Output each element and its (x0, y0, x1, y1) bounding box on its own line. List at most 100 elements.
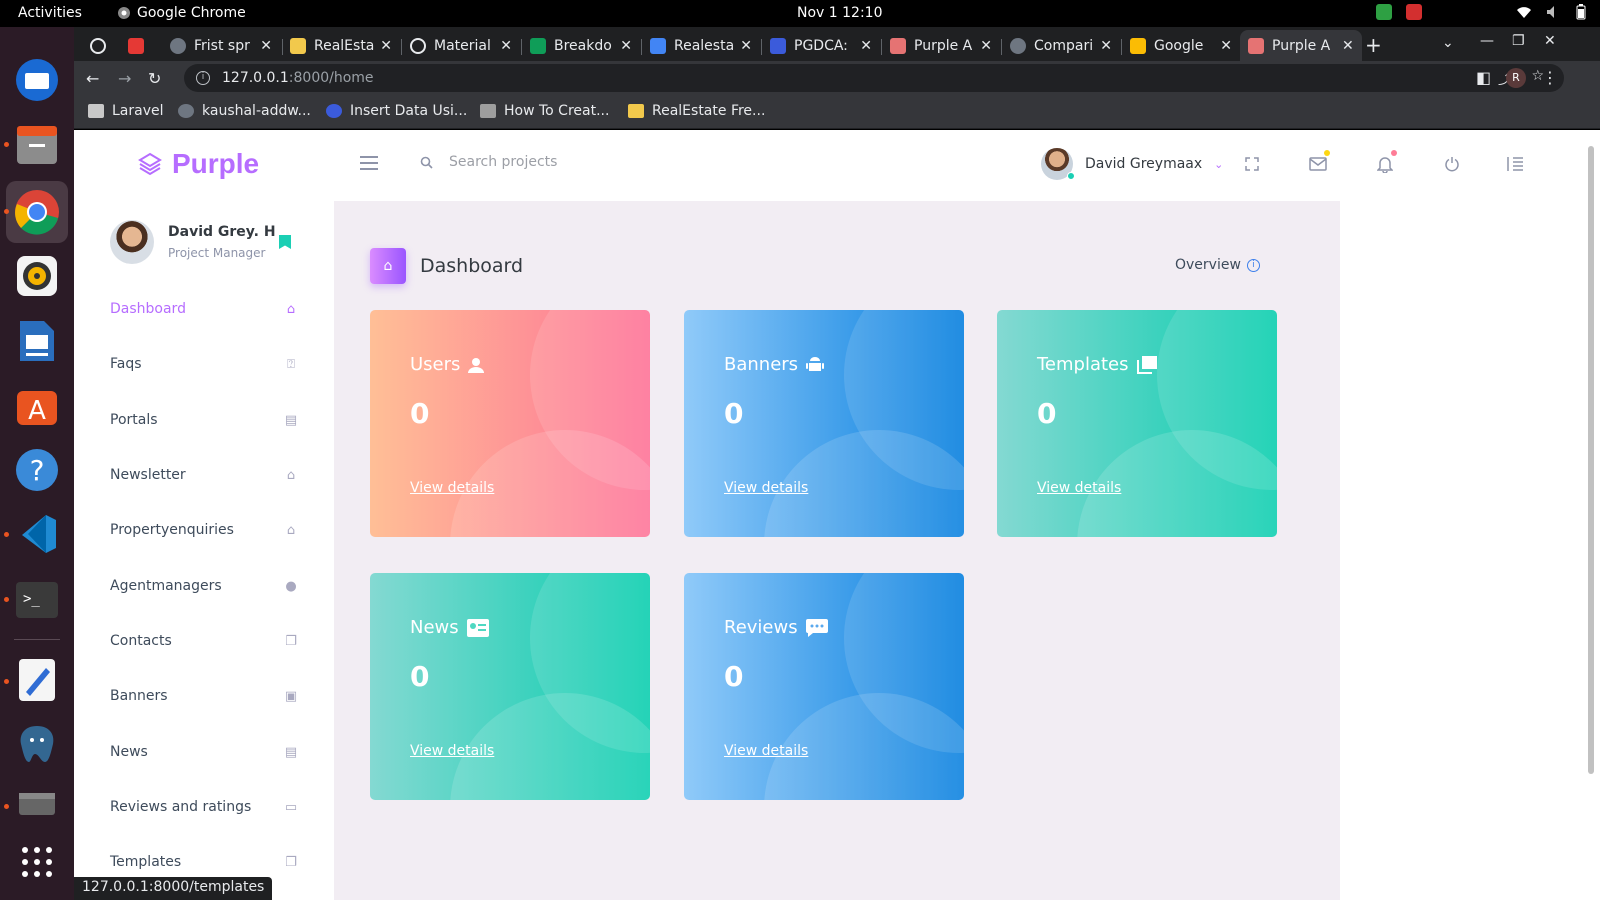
activities-button[interactable]: Activities (18, 5, 82, 21)
sidebar-item-faqs[interactable]: Faqs ⍰ (110, 354, 300, 374)
reload-icon[interactable]: ↻ (148, 69, 161, 88)
close-tab-icon[interactable]: ✕ (620, 38, 632, 54)
sidebar-item-label: Propertyenquiries (110, 522, 234, 538)
site-info-icon[interactable]: i (196, 71, 210, 85)
bookmark-insert-data[interactable]: Insert Data Usi... (326, 103, 467, 119)
bookmark-how-to[interactable]: How To Creat... (480, 103, 609, 119)
bookmark-kaushal[interactable]: kaushal-addw... (178, 103, 311, 119)
help-icon[interactable]: ? (12, 445, 62, 495)
tab-search-icon[interactable]: ⌄ (1442, 35, 1454, 51)
docs-icon (650, 37, 666, 54)
tab-purple-1[interactable]: Purple A ✕ (882, 30, 1000, 61)
tab-realestate-2[interactable]: Realesta ✕ (642, 30, 760, 61)
wifi-icon[interactable] (1516, 5, 1532, 19)
sidebar-item-portals[interactable]: Portals ▤ (110, 410, 300, 430)
sidebar-item-dashboard[interactable]: Dashboard ⌂ (110, 299, 300, 319)
brand-logo[interactable]: Purple (138, 148, 259, 180)
system-tray[interactable] (1376, 4, 1586, 20)
view-details-link[interactable]: View details (410, 480, 494, 496)
page-scrollbar[interactable] (1586, 140, 1596, 780)
overview-link[interactable]: Overview i (1175, 257, 1260, 273)
tab-pinned-1[interactable] (82, 30, 114, 61)
minimize-icon[interactable]: — (1480, 33, 1494, 49)
pgadmin-icon[interactable] (12, 719, 62, 769)
disk-icon[interactable] (12, 779, 62, 829)
rhythmbox-icon[interactable] (12, 251, 62, 301)
sidebar-item-reviews[interactable]: Reviews and ratings ▭ (110, 797, 300, 817)
tab-frist-spr[interactable]: Frist spr ✕ (162, 30, 280, 61)
home-icon: ⌂ (286, 301, 296, 317)
sidebar-item-banners[interactable]: Banners ▣ (110, 686, 300, 706)
tab-realestate-1[interactable]: RealEsta ✕ (282, 30, 400, 61)
svg-text:A: A (28, 396, 46, 426)
security-icon[interactable] (1376, 4, 1392, 20)
close-tab-icon[interactable]: ✕ (1220, 38, 1232, 54)
tab-breakdown[interactable]: Breakdo ✕ (522, 30, 640, 61)
sidebar-item-templates[interactable]: Templates ❐ (110, 852, 300, 872)
view-details-link[interactable]: View details (1037, 480, 1121, 496)
tab-pgdca[interactable]: PGDCA: ✕ (762, 30, 880, 61)
new-tab-icon[interactable]: + (1365, 33, 1382, 57)
side-panel-icon[interactable]: ◧ (1476, 68, 1491, 87)
battery-icon[interactable] (1576, 4, 1586, 20)
sidebar-item-contacts[interactable]: Contacts ❐ (110, 631, 300, 651)
close-tab-icon[interactable]: ✕ (1342, 38, 1354, 54)
format-list-icon[interactable] (1505, 154, 1525, 174)
bookmark-realestate[interactable]: RealEstate Fre... (628, 103, 765, 119)
close-tab-icon[interactable]: ✕ (380, 38, 392, 54)
close-tab-icon[interactable]: ✕ (500, 38, 512, 54)
google-icon (1130, 37, 1146, 54)
address-bar[interactable]: i 127.0.0.1:8000/home ⤴ ☆ (184, 64, 1564, 92)
sidebar-item-agentmanagers[interactable]: Agentmanagers ● (110, 576, 300, 596)
terminal-icon[interactable]: >_ (12, 575, 62, 625)
search-input[interactable] (449, 154, 749, 170)
app-menu[interactable]: Google Chrome (117, 5, 246, 21)
tab-pinned-2[interactable] (120, 30, 150, 61)
tab-purple-active[interactable]: Purple A ✕ (1240, 30, 1362, 61)
app-indicator-icon[interactable] (1406, 4, 1422, 20)
view-details-link[interactable]: View details (724, 743, 808, 759)
sidebar-profile[interactable]: David Grey. H Project Manager (110, 220, 276, 264)
bell-icon[interactable] (1375, 150, 1397, 174)
view-details-link[interactable]: View details (724, 480, 808, 496)
tab-google[interactable]: Google ✕ (1122, 30, 1240, 61)
forward-icon[interactable]: → (118, 69, 131, 88)
back-icon[interactable]: ← (86, 69, 99, 88)
text-editor-icon[interactable] (12, 655, 62, 705)
sidebar-item-newsletter[interactable]: Newsletter ⌂ (110, 465, 300, 485)
close-tab-icon[interactable]: ✕ (860, 38, 872, 54)
folder-icon (88, 104, 104, 118)
menu-toggle-icon[interactable] (360, 156, 378, 174)
bookmark-laravel[interactable]: Laravel (88, 103, 164, 119)
power-icon[interactable] (1442, 154, 1462, 174)
chrome-dock-icon[interactable] (6, 181, 68, 243)
chrome-menu-icon[interactable]: ⋮ (1542, 68, 1558, 87)
close-tab-icon[interactable]: ✕ (1100, 38, 1112, 54)
close-window-icon[interactable]: ✕ (1544, 33, 1556, 49)
mail-icon[interactable] (1308, 150, 1330, 174)
tab-compari[interactable]: Compari ✕ (1002, 30, 1120, 61)
restore-icon[interactable]: ❐ (1512, 33, 1525, 49)
close-tab-icon[interactable]: ✕ (740, 38, 752, 54)
user-dropdown[interactable]: David Greymaax ⌄ (1041, 148, 1223, 180)
sidebar-item-news[interactable]: News ▤ (110, 742, 300, 762)
view-details-link[interactable]: View details (410, 743, 494, 759)
tab-material[interactable]: Material ✕ (402, 30, 520, 61)
github-icon (170, 37, 186, 54)
clock[interactable]: Nov 1 12:10 (797, 5, 882, 21)
thunderbird-icon[interactable] (12, 55, 62, 105)
show-apps-icon[interactable] (12, 837, 62, 887)
close-tab-icon[interactable]: ✕ (260, 38, 272, 54)
close-tab-icon[interactable]: ✕ (980, 38, 992, 54)
svg-text:?: ? (30, 454, 45, 487)
home-icon: ⌂ (370, 248, 406, 284)
sidebar-item-propertyenquiries[interactable]: Propertyenquiries ⌂ (110, 520, 300, 540)
software-center-icon[interactable]: A (12, 381, 62, 431)
scrollbar-thumb[interactable] (1588, 146, 1594, 774)
vscode-icon[interactable] (12, 509, 62, 559)
fullscreen-icon[interactable] (1242, 154, 1262, 174)
files-icon[interactable] (12, 120, 62, 170)
volume-muted-icon[interactable] (1546, 5, 1562, 19)
libreoffice-writer-icon[interactable] (12, 316, 62, 366)
profile-avatar[interactable]: R (1506, 68, 1526, 88)
